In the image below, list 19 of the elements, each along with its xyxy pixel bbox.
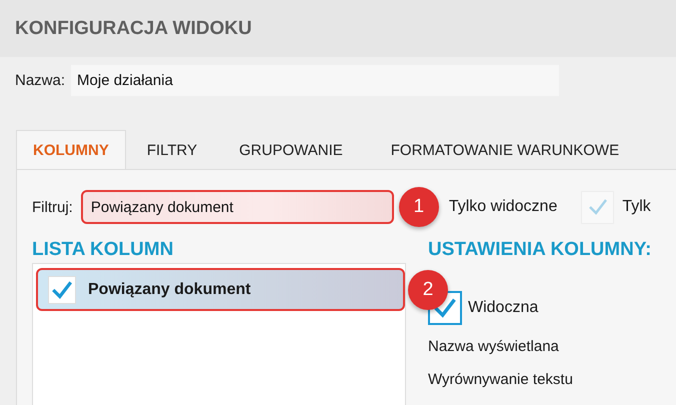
name-label: Nazwa: — [15, 72, 66, 89]
section-heading: USTAWIENIA KOLUMNY: — [428, 239, 652, 261]
column-list-item[interactable]: Powiązany dokument — [36, 268, 405, 311]
callout-badge: 2 — [408, 270, 448, 310]
filter-field[interactable]: Powiązany dokument — [80, 190, 394, 224]
tab[interactable]: FORMATOWANIE WARUNKOWE — [364, 130, 640, 169]
section-heading: LISTA KOLUMN — [32, 239, 174, 261]
column-name: Powiązany dokument — [88, 280, 251, 298]
callout-badge: 1 — [398, 187, 439, 227]
checkbox-label: Widoczna — [468, 299, 538, 317]
filter-label: Filtruj: — [32, 198, 73, 216]
setting-label: Wyrównywanie tekstu — [428, 371, 574, 388]
option-label: Tylk — [622, 198, 651, 216]
name-field[interactable]: Moje działania — [71, 65, 560, 96]
window-title: KONFIGURACJA WIDOKU — [15, 18, 252, 40]
setting-label: Nazwa wyświetlana — [428, 338, 560, 355]
tab[interactable]: GRUPOWANIE — [218, 130, 364, 169]
option-label: Tylko widoczne — [448, 198, 558, 216]
tab[interactable]: FILTRY — [126, 130, 218, 169]
